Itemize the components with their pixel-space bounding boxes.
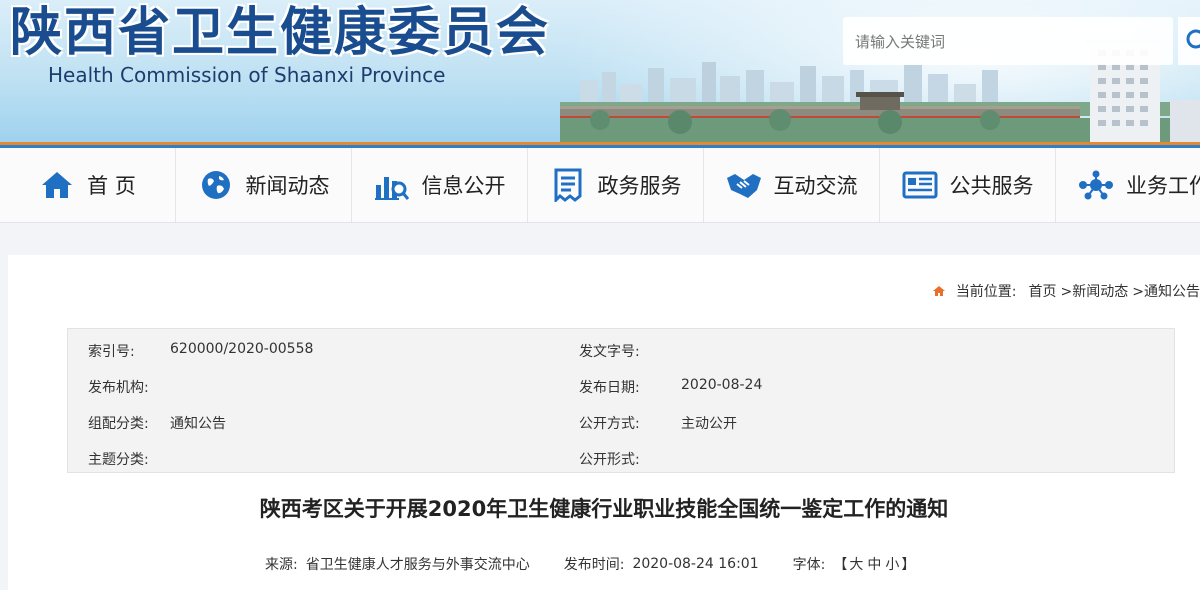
article-info-bar: 来源: 省卫生健康人才服务与外事交流中心 发布时间: 2020-08-24 16… [265, 554, 915, 574]
font-size-medium-button[interactable]: 中 [867, 554, 881, 574]
meta-index-label: 索引号: [88, 344, 135, 360]
nav-item-label: 公共服务 [949, 174, 1034, 198]
chart-search-icon [374, 167, 410, 203]
breadcrumb-prefix: 当前位置: [955, 284, 1017, 300]
handshake-icon [726, 167, 762, 203]
nav-item-gov-services[interactable]: 政务服务 [528, 148, 704, 222]
article-time-label: 发布时间: [563, 557, 625, 573]
nav-item-label: 政务服务 [597, 174, 682, 198]
breadcrumb: 当前位置: 首页 >新闻动态 >通知公告 [932, 281, 1200, 301]
nav-item-interaction[interactable]: 互动交流 [704, 148, 880, 222]
main-nav: 首 页 新闻动态 信息公开 政务服务 互动交流 公共服务 业务工作 [0, 148, 1200, 223]
nav-item-label: 新闻动态 [245, 174, 330, 198]
breadcrumb-link-notices[interactable]: >通知公告 [1132, 281, 1200, 301]
document-icon [550, 167, 586, 203]
font-size-label: 字体: [792, 557, 826, 573]
meta-openmode-label: 公开方式: [579, 416, 640, 432]
meta-date-label: 发布日期: [579, 380, 640, 396]
meta-openform-label: 公开形式: [579, 452, 640, 468]
breadcrumb-link-news[interactable]: >新闻动态 [1061, 281, 1129, 301]
article-source-label: 来源: [265, 557, 298, 573]
nav-item-home[interactable]: 首 页 [0, 148, 176, 222]
meta-openmode-value: 主动公开 [681, 416, 737, 432]
home-icon [39, 167, 75, 203]
meta-category-value: 通知公告 [170, 416, 226, 432]
nav-item-label: 首 页 [87, 174, 136, 198]
header-banner: 陕西省卫生健康委员会 Health Commission of Shaanxi … [0, 0, 1200, 142]
nav-item-business-work[interactable]: 业务工作 [1056, 148, 1200, 222]
search-box [843, 17, 1173, 65]
meta-topic-label: 主题分类: [88, 452, 149, 468]
meta-docno-label: 发文字号: [579, 344, 640, 360]
site-title-cn: 陕西省卫生健康委员会 [10, 2, 551, 63]
meta-date-value: 2020-08-24 [681, 377, 763, 393]
font-size-large-button[interactable]: 大 [849, 554, 863, 574]
search-icon [1186, 29, 1200, 49]
font-size-bracket-open: 【 [833, 557, 848, 573]
site-title-en: Health Commission of Shaanxi Province [48, 63, 446, 87]
globe-icon [198, 167, 234, 203]
meta-category-label: 组配分类: [88, 416, 149, 432]
meta-index-value: 620000/2020-00558 [170, 341, 314, 357]
network-icon [1078, 167, 1114, 203]
article-source-value: 省卫生健康人才服务与外事交流中心 [305, 557, 530, 573]
document-metadata-table: 索引号: 620000/2020-00558 发文字号: 发布机构: 发布日期:… [67, 328, 1175, 473]
meta-publisher-label: 发布机构: [88, 380, 149, 396]
nav-item-label: 业务工作 [1126, 174, 1200, 198]
breadcrumb-link-home[interactable]: 首页 [1029, 281, 1057, 301]
search-button[interactable] [1178, 17, 1200, 65]
nav-item-info-disclosure[interactable]: 信息公开 [352, 148, 528, 222]
search-input[interactable] [853, 29, 1157, 55]
breadcrumb-home-icon [932, 285, 946, 297]
nav-item-public-services[interactable]: 公共服务 [880, 148, 1056, 222]
newspaper-icon [902, 167, 938, 203]
content-panel: 当前位置: 首页 >新闻动态 >通知公告 索引号: 620000/2020-00… [8, 255, 1200, 590]
article-title: 陕西考区关于开展2020年卫生健康行业职业技能全国统一鉴定工作的通知 [259, 497, 949, 521]
nav-item-news[interactable]: 新闻动态 [176, 148, 352, 222]
nav-item-label: 信息公开 [421, 174, 506, 198]
nav-item-label: 互动交流 [773, 174, 858, 198]
font-size-small-button[interactable]: 小 [885, 554, 899, 574]
font-size-bracket-close: 】 [901, 557, 916, 573]
article-time-value: 2020-08-24 16:01 [632, 556, 759, 572]
